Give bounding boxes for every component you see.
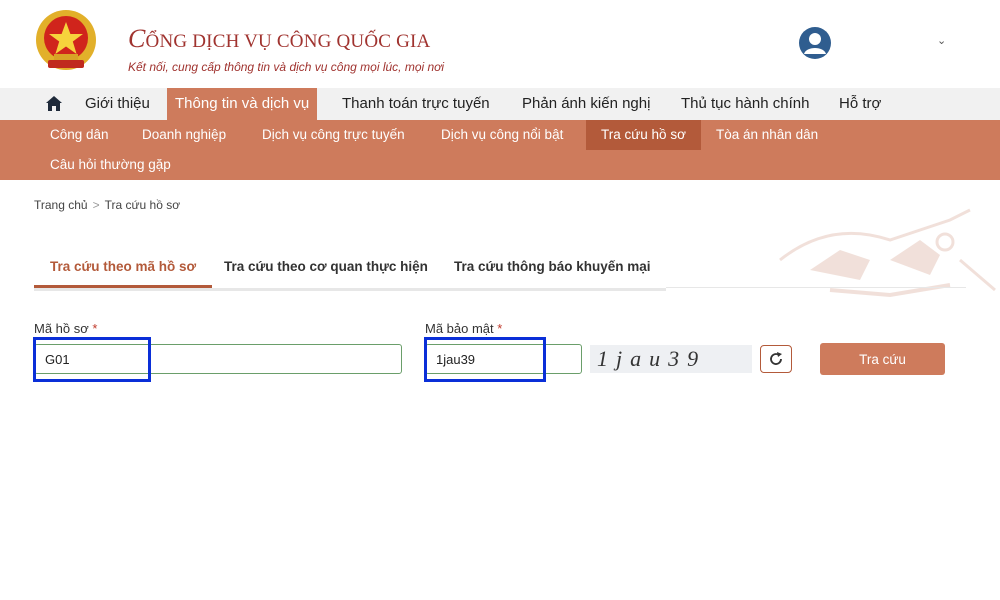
nav-item-phan-anh-kien-nghi[interactable]: Phản ánh kiến nghị: [522, 88, 650, 120]
record-code-label-text: Mã hồ sơ: [34, 321, 89, 336]
subnav-item-tra-cuu-ho-so[interactable]: Tra cứu hồ sơ: [586, 120, 701, 150]
tab-tra-cuu-theo-ma-ho-so[interactable]: Tra cứu theo mã hồ sơ: [34, 252, 213, 288]
security-code-input[interactable]: [425, 344, 582, 374]
tab-tra-cuu-theo-co-quan-thuc-hien[interactable]: Tra cứu theo cơ quan thực hiện: [224, 252, 428, 282]
captcha-text: 1jau39: [597, 346, 707, 371]
subnav-item-cong-dan[interactable]: Công dân: [50, 120, 109, 150]
home-icon[interactable]: [45, 95, 63, 113]
sub-nav: Công dân Doanh nghiệp Dịch vụ công trực …: [0, 120, 1000, 180]
tabs-divider: [666, 287, 966, 288]
subnav-item-dich-vu-cong-noi-bat[interactable]: Dịch vụ công nổi bật: [441, 120, 563, 150]
nav-item-ho-tro[interactable]: Hỗ trợ: [839, 88, 881, 120]
decorative-bird-pattern-icon: [779, 208, 996, 298]
required-mark: *: [92, 321, 98, 336]
nav-item-thong-tin-va-dich-vu[interactable]: Thông tin và dịch vụ: [167, 88, 318, 120]
security-code-label-text: Mã bảo mật: [425, 321, 494, 336]
refresh-icon: [770, 352, 782, 365]
search-submit-button[interactable]: Tra cứu: [820, 343, 945, 375]
nav-item-thanh-toan-truc-tuyen[interactable]: Thanh toán trực tuyến: [342, 88, 490, 120]
breadcrumb-current: Tra cứu hồ sơ: [104, 198, 181, 212]
search-tabs: Tra cứu theo mã hồ sơ Tra cứu theo cơ qu…: [34, 252, 666, 291]
subnav-item-cau-hoi-thuong-gap[interactable]: Câu hỏi thường gặp: [50, 150, 171, 180]
captcha-image: 1jau39: [590, 345, 752, 373]
header: CỔNG DỊCH VỤ CÔNG QUỐC GIA Kết nối, cung…: [0, 0, 1000, 88]
subnav-item-dich-vu-cong-truc-tuyen[interactable]: Dịch vụ công trực tuyến: [262, 120, 405, 150]
main-nav: Giới thiệu Thông tin và dịch vụ Thanh to…: [0, 88, 1000, 120]
record-code-label: Mã hồ sơ *: [34, 321, 97, 336]
title-initial: C: [128, 24, 146, 53]
user-avatar-icon[interactable]: [798, 26, 832, 60]
breadcrumb-home[interactable]: Trang chủ: [34, 198, 88, 212]
record-code-input[interactable]: [34, 344, 402, 374]
subnav-item-toa-an-nhan-dan[interactable]: Tòa án nhân dân: [716, 120, 818, 150]
portal-title[interactable]: CỔNG DỊCH VỤ CÔNG QUỐC GIA: [128, 24, 430, 54]
refresh-captcha-button[interactable]: [760, 345, 792, 373]
nav-item-thu-tuc-hanh-chinh[interactable]: Thủ tục hành chính: [681, 88, 809, 120]
required-mark: *: [497, 321, 503, 336]
portal-subtitle: Kết nối, cung cấp thông tin và dịch vụ c…: [128, 60, 445, 74]
breadcrumb-separator: >: [92, 198, 100, 212]
nav-item-gioi-thieu[interactable]: Giới thiệu: [85, 88, 150, 120]
tab-tra-cuu-thong-bao-khuyen-mai[interactable]: Tra cứu thông báo khuyến mại: [454, 252, 651, 282]
title-rest: ỔNG DỊCH VỤ CÔNG QUỐC GIA: [145, 31, 431, 52]
national-emblem-icon[interactable]: [34, 8, 98, 76]
security-code-label: Mã bảo mật *: [425, 321, 502, 336]
subnav-item-doanh-nghiep[interactable]: Doanh nghiệp: [142, 120, 226, 150]
chevron-down-icon[interactable]: ⌄: [937, 34, 946, 47]
breadcrumb: Trang chủ > Tra cứu hồ sơ: [34, 198, 180, 212]
